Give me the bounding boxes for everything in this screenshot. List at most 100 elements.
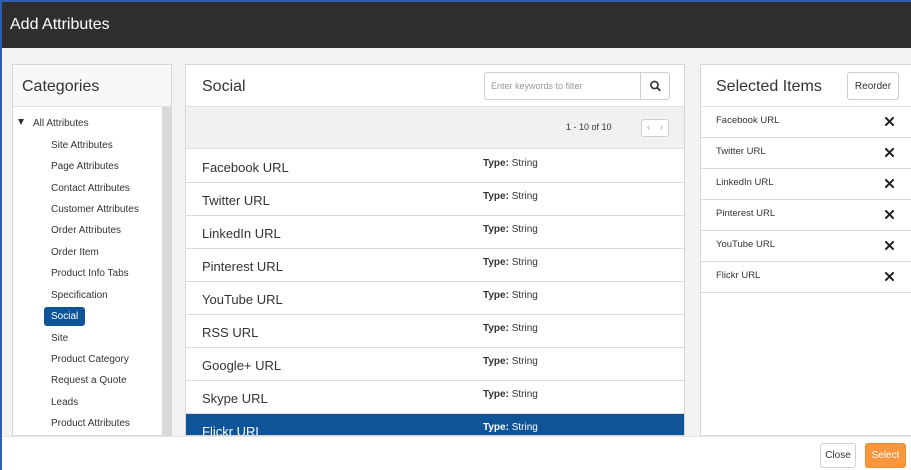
remove-icon[interactable] — [885, 210, 894, 219]
tree-root-label: All Attributes — [33, 118, 89, 129]
type-label: Type: — [483, 356, 509, 367]
attribute-row-selected[interactable]: Flickr URL Type: String — [186, 414, 684, 436]
caret-down-icon[interactable] — [18, 119, 24, 125]
remove-icon[interactable] — [885, 272, 894, 281]
category-order-item[interactable]: Order Item — [51, 247, 99, 258]
filter-search — [484, 72, 670, 100]
chevron-right-icon[interactable]: › — [660, 122, 663, 132]
dialog-titlebar: Add Attributes — [0, 0, 911, 48]
attribute-name: LinkedIn URL — [202, 226, 281, 241]
dialog-footer — [0, 436, 911, 470]
categories-scrollbar[interactable] — [162, 107, 171, 435]
selected-item-label: Facebook URL — [716, 115, 780, 126]
attribute-row[interactable]: Pinterest URL Type: String — [186, 249, 684, 282]
category-leads[interactable]: Leads — [51, 397, 78, 408]
selected-item-label: Twitter URL — [716, 146, 766, 157]
search-icon — [650, 80, 661, 92]
type-value: String — [511, 323, 538, 334]
selected-item: Facebook URL — [701, 107, 911, 138]
selected-item: LinkedIn URL — [701, 169, 911, 200]
remove-icon[interactable] — [885, 179, 894, 188]
select-button[interactable]: Select — [865, 443, 906, 468]
pagination-bar: 1 - 10 of 10 ‹ › — [186, 107, 684, 149]
type-label: Type: — [483, 257, 509, 268]
categories-tree: All Attributes Site Attributes Page Attr… — [13, 107, 163, 435]
reorder-button[interactable]: Reorder — [847, 72, 899, 100]
type-value: String — [511, 191, 538, 202]
selected-items-panel: Selected Items Reorder Facebook URL Twit… — [700, 64, 911, 436]
attribute-type: Type: String — [483, 257, 538, 268]
attribute-type: Type: String — [483, 191, 538, 202]
type-label: Type: — [483, 290, 509, 301]
filter-input[interactable] — [485, 73, 641, 99]
pagination-buttons: ‹ › — [641, 119, 669, 137]
type-value: String — [511, 389, 538, 400]
attribute-row[interactable]: Facebook URL Type: String — [186, 150, 684, 183]
pagination-text: 1 - 10 of 10 — [566, 122, 612, 132]
category-site[interactable]: Site — [51, 333, 68, 344]
category-contact-attributes[interactable]: Contact Attributes — [51, 183, 130, 194]
attribute-row[interactable]: Skype URL Type: String — [186, 381, 684, 414]
attribute-name: Facebook URL — [202, 160, 289, 175]
selected-item: Twitter URL — [701, 138, 911, 169]
attribute-type: Type: String — [483, 158, 538, 169]
type-value: String — [511, 290, 538, 301]
category-social[interactable]: Social — [44, 307, 86, 326]
type-label: Type: — [483, 389, 509, 400]
attribute-name: Skype URL — [202, 391, 268, 406]
attribute-type: Type: String — [483, 290, 538, 301]
attribute-name: YouTube URL — [202, 292, 283, 307]
category-site-attributes[interactable]: Site Attributes — [51, 140, 113, 151]
type-value: String — [511, 422, 538, 433]
remove-icon[interactable] — [885, 241, 894, 250]
category-page-attributes[interactable]: Page Attributes — [51, 161, 119, 172]
type-label: Type: — [483, 224, 509, 235]
attribute-row[interactable]: LinkedIn URL Type: String — [186, 216, 684, 249]
tree-root-all-attributes[interactable]: All Attributes — [18, 118, 89, 129]
categories-panel: Categories All Attributes Site Attribute… — [12, 64, 172, 436]
attribute-name: Flickr URL — [202, 424, 263, 436]
type-value: String — [511, 257, 538, 268]
selected-item-label: YouTube URL — [716, 239, 775, 250]
selected-item-label: Pinterest URL — [716, 208, 776, 219]
categories-heading: Categories — [22, 78, 100, 95]
type-label: Type: — [483, 191, 509, 202]
remove-icon[interactable] — [885, 148, 894, 157]
category-order-attributes[interactable]: Order Attributes — [51, 225, 121, 236]
attribute-row[interactable]: YouTube URL Type: String — [186, 282, 684, 315]
category-specification[interactable]: Specification — [51, 290, 108, 301]
category-request-a-quote[interactable]: Request a Quote — [51, 375, 127, 386]
attribute-row[interactable]: RSS URL Type: String — [186, 315, 684, 348]
close-button[interactable]: Close — [820, 443, 856, 468]
selected-item-label: LinkedIn URL — [716, 177, 774, 188]
attribute-name: Twitter URL — [202, 193, 270, 208]
attribute-row[interactable]: Twitter URL Type: String — [186, 183, 684, 216]
chevron-left-icon[interactable]: ‹ — [647, 122, 650, 132]
type-value: String — [511, 356, 538, 367]
category-product-category[interactable]: Product Category — [51, 354, 129, 365]
attribute-name: RSS URL — [202, 325, 259, 340]
remove-icon[interactable] — [885, 117, 894, 126]
attribute-type: Type: String — [483, 356, 538, 367]
attribute-name: Pinterest URL — [202, 259, 283, 274]
category-customer-attributes[interactable]: Customer Attributes — [51, 204, 139, 215]
selected-item: Flickr URL — [701, 262, 911, 293]
category-product-attributes[interactable]: Product Attributes — [51, 418, 130, 429]
attribute-name: Google+ URL — [202, 358, 282, 373]
attributes-panel: Social 1 - 10 of 10 ‹ › Facebook URL Typ… — [185, 64, 685, 436]
attribute-type: Type: String — [483, 323, 538, 334]
type-label: Type: — [483, 158, 509, 169]
attribute-type: Type: String — [483, 389, 538, 400]
category-product-info-tabs[interactable]: Product Info Tabs — [51, 268, 129, 279]
selected-item: Pinterest URL — [701, 200, 911, 231]
selected-item-label: Flickr URL — [716, 270, 761, 281]
attribute-type: Type: String — [483, 224, 538, 235]
type-value: String — [511, 158, 538, 169]
selected-item: YouTube URL — [701, 231, 911, 262]
type-label: Type: — [483, 323, 509, 334]
selected-items-heading: Selected Items — [716, 78, 822, 95]
attribute-type: Type: String — [483, 422, 538, 433]
attribute-row[interactable]: Google+ URL Type: String — [186, 348, 684, 381]
attributes-heading: Social — [202, 78, 246, 95]
search-button[interactable] — [640, 73, 669, 99]
